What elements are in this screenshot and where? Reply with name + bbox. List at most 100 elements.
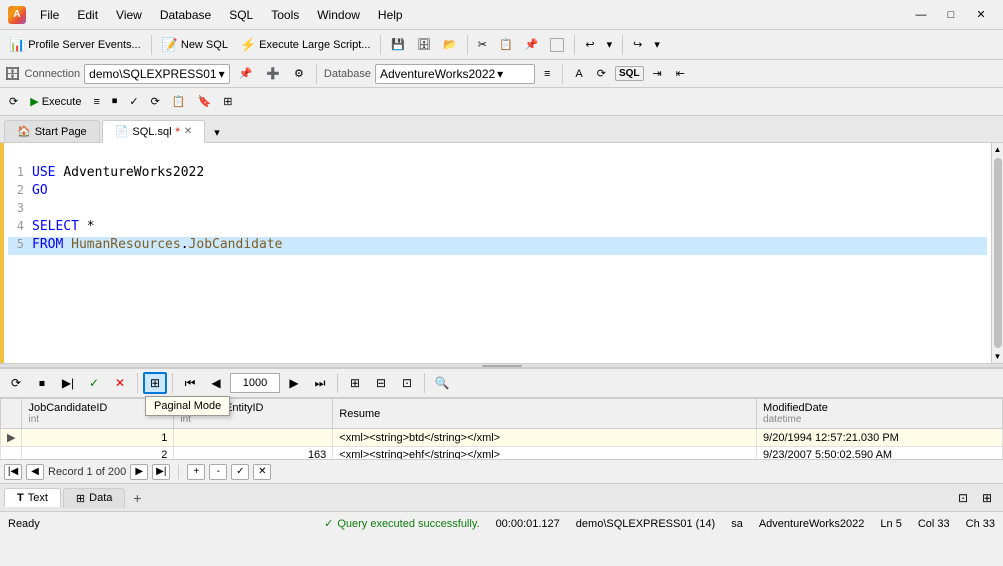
search-btn[interactable]: 🔍 xyxy=(430,372,454,394)
tab-sql[interactable]: 📄 SQL.sql * ✕ xyxy=(102,120,206,143)
save-button[interactable]: 💾 xyxy=(386,35,410,54)
database-options-btn[interactable]: ≡ xyxy=(539,65,555,83)
results-cancel-btn[interactable]: ✕ xyxy=(108,372,132,394)
record-view-btn[interactable]: ⊟ xyxy=(369,372,393,394)
editor-vscrollbar[interactable]: ▲ ▼ xyxy=(991,143,1003,363)
nav-prev-btn[interactable]: ◀ xyxy=(26,464,44,480)
scroll-up-btn[interactable]: ▲ xyxy=(992,143,1003,156)
menu-database[interactable]: Database xyxy=(152,6,219,24)
first-page-btn[interactable]: ⏮ xyxy=(178,372,202,394)
page-size-input[interactable] xyxy=(230,373,280,393)
menu-file[interactable]: File xyxy=(32,6,67,24)
close-button[interactable]: ✕ xyxy=(967,4,995,26)
indent-btn[interactable]: ⇥ xyxy=(648,64,667,83)
tab-start-page[interactable]: 🏠 Start Page xyxy=(4,120,100,142)
scroll-thumb[interactable] xyxy=(994,158,1002,348)
tab-text[interactable]: T Text xyxy=(4,488,61,507)
connection-new-btn[interactable]: ➕ xyxy=(261,64,285,83)
delete-button[interactable] xyxy=(545,35,569,55)
detach-results-btn[interactable]: ⊞ xyxy=(975,487,999,509)
tab-dropdown-icon: ▾ xyxy=(214,126,220,139)
copy-button[interactable]: 📋 xyxy=(494,35,518,54)
menu-edit[interactable]: Edit xyxy=(69,6,106,24)
nav-delete-btn[interactable]: - xyxy=(209,464,227,480)
redo-button[interactable]: ↪ xyxy=(628,35,647,54)
cell-resume-2[interactable]: <xml><string>ehf</string></xml> xyxy=(333,447,757,460)
refresh-btn[interactable]: ⟳ xyxy=(592,64,611,83)
cell-resume-1[interactable]: <xml><string>btd</string></xml> xyxy=(333,429,757,447)
connection-dropdown[interactable]: demo\SQLEXPRESS01 ▾ xyxy=(84,64,229,84)
window-controls[interactable]: — □ ✕ xyxy=(907,4,995,26)
table-row[interactable]: 2 163 <xml><string>ehf</string></xml> 9/… xyxy=(1,447,1003,460)
paste-button[interactable]: 📌 xyxy=(520,35,544,54)
table-row[interactable]: ▶ 1 <xml><string>btd</string></xml> 9/20… xyxy=(1,429,1003,447)
open-button[interactable]: 📂 xyxy=(438,35,462,54)
paginal-mode-btn[interactable]: ⊞ Paginal Mode xyxy=(143,372,167,394)
execute-button[interactable]: ▶ Execute xyxy=(25,92,86,111)
explain-btn[interactable]: ≡ xyxy=(88,93,104,111)
menu-tools[interactable]: Tools xyxy=(263,6,307,24)
editor-toolbar: ⟳ ▶ Execute ≡ ⏹ ✓ ⟳ 📋 🔖 ⊞ xyxy=(0,88,1003,116)
results-fetch-icon: ▶| xyxy=(62,376,74,390)
sql-mode-btn[interactable]: SQL xyxy=(615,66,644,81)
new-sql-button[interactable]: 📝 New SQL xyxy=(157,34,233,56)
add-tab-button[interactable]: + xyxy=(127,488,147,508)
menu-view[interactable]: View xyxy=(108,6,150,24)
save-all-button[interactable]: 🗄 xyxy=(412,35,436,54)
redo-dropdown[interactable]: ▾ xyxy=(649,35,665,54)
row-indicator-1: ▶ xyxy=(1,429,22,447)
results-fetch-btn[interactable]: ▶| xyxy=(56,372,80,394)
cut-button[interactable]: ✂ xyxy=(473,35,492,54)
cell-id-1[interactable]: 1 xyxy=(22,429,174,447)
menu-bar[interactable]: File Edit View Database SQL Tools Window… xyxy=(32,6,411,24)
bookmark-btn[interactable]: 🔖 xyxy=(193,92,217,111)
cell-id-2[interactable]: 2 xyxy=(22,447,174,460)
menu-help[interactable]: Help xyxy=(370,6,411,24)
menu-window[interactable]: Window xyxy=(309,6,368,24)
history-btn[interactable]: 📋 xyxy=(167,92,191,111)
next-page-btn[interactable]: ▶ xyxy=(282,372,306,394)
outdent-btn[interactable]: ⇤ xyxy=(671,64,690,83)
tab-data[interactable]: ⊞ Data xyxy=(63,488,125,508)
connection-settings-btn[interactable]: ⚙ xyxy=(289,64,309,83)
run-btn[interactable]: ⟳ xyxy=(4,92,23,111)
database-dropdown[interactable]: AdventureWorks2022 ▾ xyxy=(375,64,535,84)
refresh2-btn[interactable]: ⟳ xyxy=(146,92,165,111)
nav-next-btn[interactable]: ▶ xyxy=(130,464,148,480)
undo-dropdown[interactable]: ▾ xyxy=(602,35,618,54)
connection-options-btn[interactable]: 📌 xyxy=(234,64,258,83)
format-btn[interactable]: ⊞ xyxy=(218,92,237,111)
minimize-button[interactable]: — xyxy=(907,4,935,26)
font-size-btn[interactable]: A xyxy=(570,65,587,83)
nav-first-btn[interactable]: |◀ xyxy=(4,464,22,480)
execute-large-script-button[interactable]: ⚡ Execute Large Script... xyxy=(235,34,375,56)
scroll-down-btn[interactable]: ▼ xyxy=(992,350,1003,363)
col-header-resume[interactable]: Resume xyxy=(333,399,757,429)
column-view-btn[interactable]: ⊡ xyxy=(395,372,419,394)
menu-sql[interactable]: SQL xyxy=(221,6,261,24)
code-editor[interactable]: 1 USE AdventureWorks2022 2 GO 3 4 SELECT… xyxy=(4,143,991,363)
tab-dropdown-btn[interactable]: ▾ xyxy=(209,123,225,142)
grid-view-btn[interactable]: ⊞ xyxy=(343,372,367,394)
nav-add-btn[interactable]: + xyxy=(187,464,205,480)
commit-btn[interactable]: ✓ xyxy=(124,92,143,111)
results-check-btn[interactable]: ✓ xyxy=(82,372,106,394)
results-run-btn[interactable]: ⟳ xyxy=(4,372,28,394)
results-stop-btn[interactable]: ⏹ xyxy=(30,372,54,394)
prev-page-btn[interactable]: ◀ xyxy=(204,372,228,394)
nav-last-btn[interactable]: ▶| xyxy=(152,464,170,480)
maximize-results-btn[interactable]: ⊡ xyxy=(951,487,975,509)
tab-close-icon[interactable]: ✕ xyxy=(184,126,192,137)
cell-date-2[interactable]: 9/23/2007 5:50:02.590 AM xyxy=(757,447,1003,460)
cell-eid-1[interactable] xyxy=(174,429,333,447)
stop-btn[interactable]: ⏹ xyxy=(107,92,123,111)
undo-button[interactable]: ↩ xyxy=(580,35,599,54)
cell-eid-2[interactable]: 163 xyxy=(174,447,333,460)
profile-server-events-button[interactable]: 📊 Profile Server Events... xyxy=(4,34,146,56)
maximize-button[interactable]: □ xyxy=(937,4,965,26)
nav-cancel-btn[interactable]: ✕ xyxy=(253,464,271,480)
last-page-btn[interactable]: ⏭ xyxy=(308,372,332,394)
nav-check-btn[interactable]: ✓ xyxy=(231,464,249,480)
cell-date-1[interactable]: 9/20/1994 12:57:21.030 PM xyxy=(757,429,1003,447)
col-header-modifieddate[interactable]: ModifiedDate datetime xyxy=(757,399,1003,429)
